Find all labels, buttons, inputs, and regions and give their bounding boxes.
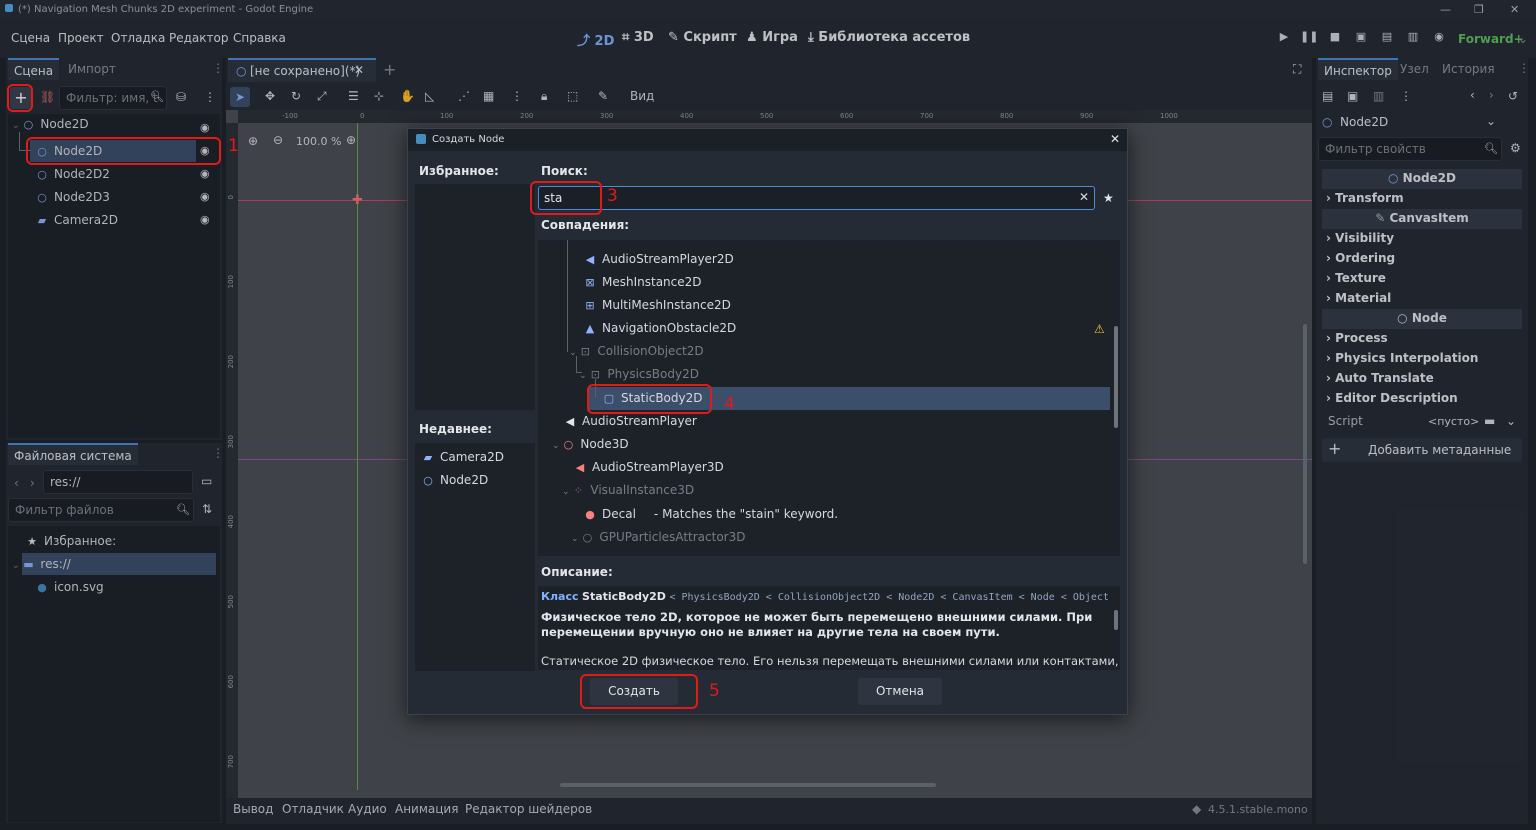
description-panel: Класс StaticBody2D < PhysicsBody2D < Col… [538, 586, 1120, 670]
favorite-star-icon[interactable]: ★ [1103, 191, 1114, 205]
maximize-icon[interactable]: ❐ [1474, 3, 1484, 16]
multimesh-icon: ⊞ [585, 299, 595, 312]
annotation-box-add [7, 84, 33, 112]
close-window-icon[interactable]: ✕ [1510, 3, 1519, 16]
match-audiostreamplayer[interactable]: ◀ AudioStreamPlayer [564, 414, 697, 436]
audio-icon: ◀ [575, 461, 585, 474]
close-dialog-icon[interactable]: ✕ [1110, 132, 1120, 146]
description-bold: Физическое тело 2D, которое не может быт… [541, 610, 1093, 639]
annotation-box-search [530, 181, 602, 215]
godot-logo-icon [416, 134, 426, 144]
match-audiostreamplayer2d[interactable]: ◀ AudioStreamPlayer2D [584, 252, 734, 274]
audio-icon: ◀ [565, 415, 575, 428]
match-meshinstance2d[interactable]: ⊠ MeshInstance2D [584, 275, 701, 297]
annotation-box-create [580, 674, 698, 709]
visual-instance-icon: ⁘ [573, 484, 584, 497]
warning-icon: ⚠ [1094, 322, 1105, 336]
minimize-icon[interactable]: — [1440, 3, 1451, 16]
description-label: Описание: [541, 565, 613, 579]
node3d-icon: ○ [563, 438, 574, 451]
match-decal[interactable]: ● Decal - Matches the "stain" keyword. [584, 507, 838, 529]
annotation-number-3: 3 [607, 186, 618, 206]
node2d-icon: ○ [423, 474, 433, 487]
description-text: Статическое 2D физическое тело. Его нель… [541, 654, 1120, 668]
match-node3d[interactable]: ⌄ ○ Node3D [552, 437, 629, 459]
description-scrollbar[interactable] [1114, 610, 1118, 630]
decal-keyword-note: - Matches the "stain" keyword. [653, 507, 839, 521]
dialog-titlebar: Создать Node ✕ [408, 129, 1127, 151]
match-multimeshinstance2d[interactable]: ⊞ MultiMeshInstance2D [584, 298, 730, 320]
match-visualinstance3d[interactable]: ⌄ ⁘ VisualInstance3D [562, 483, 694, 505]
favorites-label: Избранное: [419, 164, 499, 178]
search-input[interactable]: sta ✕ [538, 186, 1095, 210]
dialog-title: Создать Node [432, 134, 505, 145]
cancel-button[interactable]: Отмена [858, 678, 942, 705]
class-inheritance: Класс StaticBody2D < PhysicsBody2D < Col… [541, 590, 1109, 603]
match-navigationobstacle2d[interactable]: ▲ NavigationObstacle2D [584, 321, 737, 343]
window-titlebar: (*) Navigation Mesh Chunks 2D experiment… [0, 0, 1536, 20]
window-title: (*) Navigation Mesh Chunks 2D experiment… [18, 4, 314, 15]
camera2d-icon: ▰ [423, 451, 433, 464]
favorites-list [415, 184, 535, 410]
recent-item-camera2d[interactable]: ▰ Camera2D [422, 450, 504, 472]
audio-icon: ◀ [585, 253, 595, 266]
match-gpuparticlesattractor3d[interactable]: ⌄ ○ GPUParticlesAttractor3D [571, 530, 745, 552]
godot-logo-icon [5, 4, 13, 12]
annotation-box-node [26, 137, 221, 165]
annotation-number-5: 5 [709, 681, 720, 701]
recent-item-node2d[interactable]: ○ Node2D [422, 473, 488, 495]
recent-label: Недавнее: [419, 422, 492, 436]
particles-attractor-icon: ○ [582, 531, 593, 544]
mesh-icon: ⊠ [585, 276, 595, 289]
search-label: Поиск: [541, 164, 588, 178]
match-audiostreamplayer3d[interactable]: ◀ AudioStreamPlayer3D [574, 460, 724, 482]
annotation-box-staticbody [587, 384, 712, 414]
collision-object-icon: ⊡ [580, 345, 591, 358]
annotation-number-1: 1 [228, 136, 239, 156]
annotation-number-4: 4 [724, 394, 735, 414]
clear-search-icon[interactable]: ✕ [1079, 190, 1089, 204]
match-collisionobject2d[interactable]: ⌄ ⊡ CollisionObject2D [569, 344, 704, 366]
matches-scrollbar[interactable] [1114, 326, 1118, 428]
matches-label: Совпадения: [541, 218, 630, 232]
navigation-obstacle-icon: ▲ [585, 322, 595, 335]
decal-icon: ● [585, 508, 595, 521]
physics-body-icon: ⊡ [590, 368, 601, 381]
